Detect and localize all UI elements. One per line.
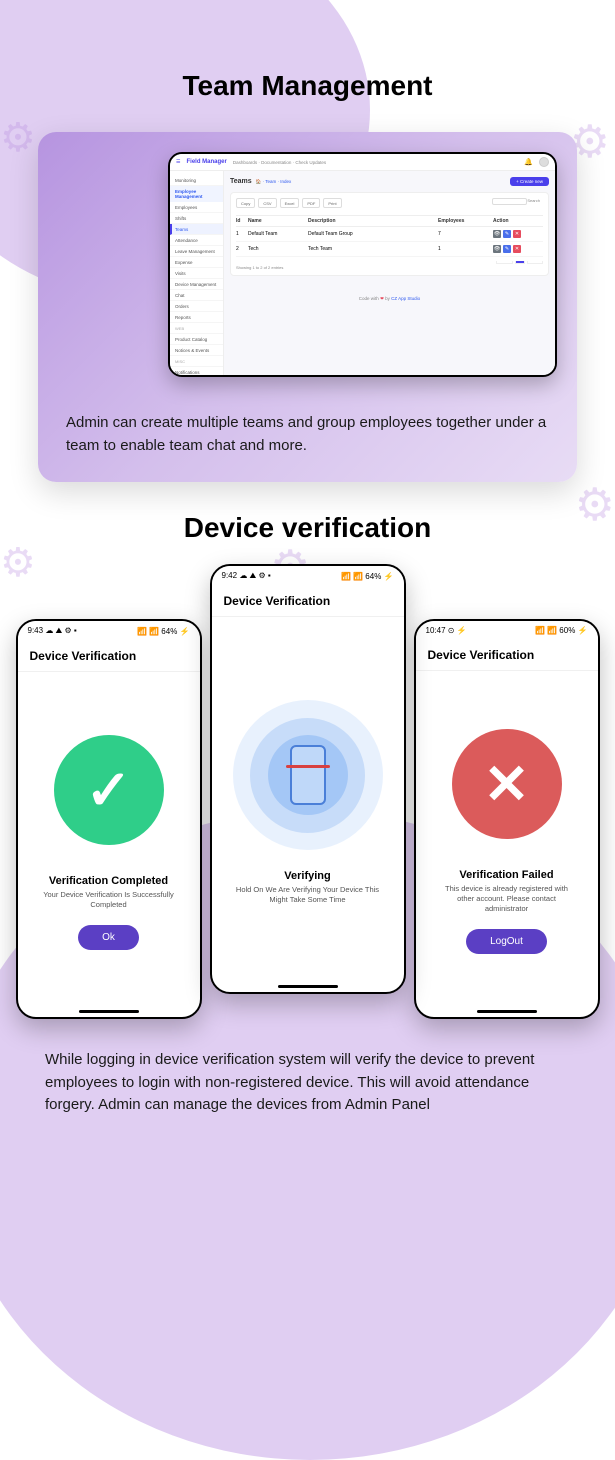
sidebar-web-label: WEB — [170, 323, 223, 334]
device-description: While logging in device verification sys… — [45, 1049, 570, 1117]
cell: 2 — [236, 246, 248, 252]
team-description: Admin can create multiple teams and grou… — [58, 402, 557, 462]
team-card: ☰ Field Manager Dashboards · Documentati… — [38, 132, 577, 482]
screen-title: Device Verification — [18, 641, 200, 672]
sidebar-item[interactable]: Shifts — [170, 213, 223, 224]
status-title: Verification Failed — [459, 869, 553, 881]
cell: Tech Team — [308, 246, 438, 252]
status-bar: 9:42 ☁ ⛰ ⚙ ▪ 📶 📶 64% ⚡ — [212, 566, 404, 586]
sidebar-item[interactable]: Reports — [170, 312, 223, 323]
cell: 1 — [236, 231, 248, 237]
status-desc: This device is already registered with o… — [431, 884, 583, 913]
nav-bar — [278, 985, 338, 988]
cell: 1 — [438, 246, 493, 252]
sidebar-item[interactable]: Chat — [170, 290, 223, 301]
sidebar-item[interactable]: Attendance — [170, 235, 223, 246]
nav-bar — [477, 1010, 537, 1013]
menu-icon[interactable]: ☰ — [176, 159, 180, 165]
verifying-icon — [233, 700, 383, 850]
table-card: Copy CSV Excel PDF Print Search Id Nam — [230, 192, 549, 276]
admin-sidebar: Monitoring Employee Management Employees… — [170, 171, 224, 376]
view-button[interactable]: 👁 — [493, 230, 501, 238]
th-name: Name — [248, 218, 308, 224]
status-desc: Your Device Verification Is Successfully… — [33, 890, 185, 910]
export-tab[interactable]: Print — [323, 198, 341, 208]
edit-button[interactable]: ✎ — [503, 245, 511, 253]
cell: Default Team Group — [308, 231, 438, 237]
cell: Default Team — [248, 231, 308, 237]
sidebar-item[interactable]: Leave Management — [170, 246, 223, 257]
table-header: Id Name Description Employees Action — [236, 215, 543, 227]
sidebar-misc-label: MISC — [170, 356, 223, 367]
view-button[interactable]: 👁 — [493, 245, 501, 253]
table-row: 2 Tech Tech Team 1 👁 ✎ ✕ — [236, 242, 543, 257]
export-tab[interactable]: CSV — [258, 198, 276, 208]
prev-button[interactable]: Prev — [496, 261, 512, 264]
cell: Tech — [248, 246, 308, 252]
delete-button[interactable]: ✕ — [513, 245, 521, 253]
status-title: Verification Completed — [49, 875, 168, 887]
admin-main: Teams 🏠 · Team · Index + Create new Copy… — [224, 171, 555, 376]
export-tab[interactable]: Excel — [280, 198, 300, 208]
phones-row: 9:43 ☁ ⛰ ⚙ ▪ 📶 📶 64% ⚡ Device Verificati… — [8, 564, 607, 1019]
section-title-team: Team Management — [0, 0, 615, 132]
phone-failed: 10:47 ⊙ ⚡ 📶 📶 60% ⚡ Device Verification … — [414, 619, 600, 1019]
screen-title: Device Verification — [416, 640, 598, 671]
search-label: Search — [527, 198, 540, 203]
sidebar-item[interactable]: Expense — [170, 257, 223, 268]
logout-button[interactable]: LogOut — [466, 929, 547, 954]
breadcrumb: 🏠 · Team · Index — [256, 179, 292, 185]
admin-footer: Code with ❤ by CZ App Studio — [230, 296, 549, 302]
admin-panel: ☰ Field Manager Dashboards · Documentati… — [168, 152, 557, 377]
page-title: Teams — [230, 178, 252, 185]
phone-scan-icon — [290, 745, 326, 805]
showing-text: Showing 1 to 2 of 2 entries — [236, 265, 283, 270]
phone-success: 9:43 ☁ ⛰ ⚙ ▪ 📶 📶 64% ⚡ Device Verificati… — [16, 619, 202, 1019]
screen-title: Device Verification — [212, 586, 404, 617]
ok-button[interactable]: Ok — [78, 925, 139, 950]
admin-topbar: ☰ Field Manager Dashboards · Documentati… — [170, 154, 555, 171]
create-button[interactable]: + Create new — [510, 177, 549, 186]
sidebar-item-teams[interactable]: Teams — [170, 224, 223, 235]
success-icon: ✓ — [54, 735, 164, 845]
export-tab[interactable]: Copy — [236, 198, 255, 208]
th-id: Id — [236, 218, 248, 224]
sidebar-item[interactable]: Orders — [170, 301, 223, 312]
page-number[interactable]: 1 — [515, 261, 525, 264]
bell-icon[interactable]: 🔔 — [524, 158, 533, 166]
status-desc: Hold On We Are Verifying Your Device Thi… — [227, 885, 389, 905]
edit-button[interactable]: ✎ — [503, 230, 511, 238]
status-bar: 9:43 ☁ ⛰ ⚙ ▪ 📶 📶 64% ⚡ — [18, 621, 200, 641]
user-avatar[interactable] — [539, 157, 549, 167]
th-act: Action — [493, 218, 543, 224]
top-crumbs: Dashboards · Documentation · Check Updat… — [233, 160, 326, 165]
section-title-device: Device verification — [0, 482, 615, 564]
status-bar: 10:47 ⊙ ⚡ 📶 📶 60% ⚡ — [416, 621, 598, 640]
sidebar-monitoring[interactable]: Monitoring — [170, 175, 223, 186]
sidebar-item[interactable]: Device Management — [170, 279, 223, 290]
sidebar-item[interactable]: Notifications — [170, 367, 223, 377]
status-title: Verifying — [284, 870, 330, 882]
delete-button[interactable]: ✕ — [513, 230, 521, 238]
sidebar-item[interactable]: Product Catalog — [170, 334, 223, 345]
phone-verifying: 9:42 ☁ ⛰ ⚙ ▪ 📶 📶 64% ⚡ Device Verificati… — [210, 564, 406, 994]
search-input[interactable] — [492, 198, 527, 205]
next-button[interactable]: Next — [527, 261, 543, 264]
nav-bar — [79, 1010, 139, 1013]
cell: 7 — [438, 231, 493, 237]
table-row: 1 Default Team Default Team Group 7 👁 ✎ … — [236, 227, 543, 242]
failed-icon: ✕ — [452, 729, 562, 839]
th-emp: Employees — [438, 218, 493, 224]
sidebar-item[interactable]: Employees — [170, 202, 223, 213]
th-desc: Description — [308, 218, 438, 224]
app-logo: Field Manager — [186, 159, 226, 165]
sidebar-item[interactable]: Visits — [170, 268, 223, 279]
sidebar-item[interactable]: Notices & Events — [170, 345, 223, 356]
sidebar-group: Employee Management — [170, 186, 223, 202]
export-tab[interactable]: PDF — [302, 198, 320, 208]
